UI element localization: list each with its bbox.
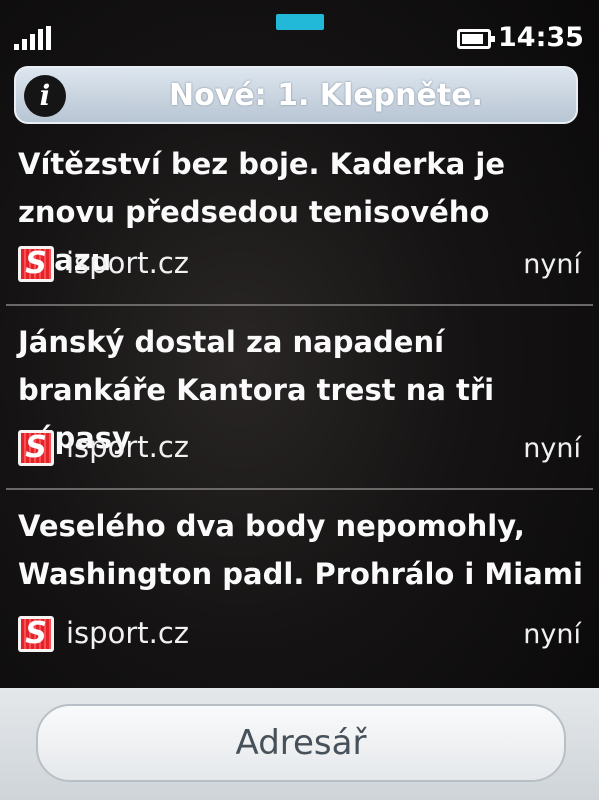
headline: Veselého dva body nepomohly, Washington … [18, 509, 583, 591]
logo-glyph: S [25, 246, 47, 281]
status-bar: 14:35 [0, 0, 599, 62]
clock: 14:35 [498, 22, 584, 53]
battery-level [462, 34, 484, 44]
logo-glyph: S [25, 616, 47, 651]
contacts-button[interactable]: Adresář [36, 704, 566, 782]
logo-glyph: S [25, 430, 47, 465]
timestamp: nyní [523, 433, 581, 464]
battery-icon [457, 29, 495, 49]
timestamp: nyní [523, 249, 581, 280]
isport-logo-icon: S [18, 430, 54, 466]
news-feed: Vítězství bez boje. Kaderka je znovu pře… [0, 128, 599, 674]
feed-item[interactable]: Veselého dva body nepomohly, Washington … [6, 490, 593, 674]
timestamp: nyní [523, 619, 581, 650]
source-name: isport.cz [66, 616, 189, 650]
source-name: isport.cz [66, 246, 189, 280]
bottom-bar: Adresář [0, 688, 599, 800]
isport-logo-icon: S [18, 616, 54, 652]
isport-logo-icon: S [18, 246, 54, 282]
info-icon: i [24, 75, 66, 117]
notification-drag-handle[interactable] [276, 14, 324, 30]
notification-text: Nové: 1. Klepněte. [169, 78, 483, 113]
signal-bars-icon [14, 26, 54, 50]
feed-item[interactable]: Vítězství bez boje. Kaderka je znovu pře… [6, 128, 593, 306]
feed-item[interactable]: Jánský dostal za napadení brankáře Kanto… [6, 306, 593, 490]
source-name: isport.cz [66, 430, 189, 464]
new-notification-banner[interactable]: i Nové: 1. Klepněte. [14, 66, 578, 124]
screen: 14:35 i Nové: 1. Klepněte. Vítězství bez… [0, 0, 599, 800]
